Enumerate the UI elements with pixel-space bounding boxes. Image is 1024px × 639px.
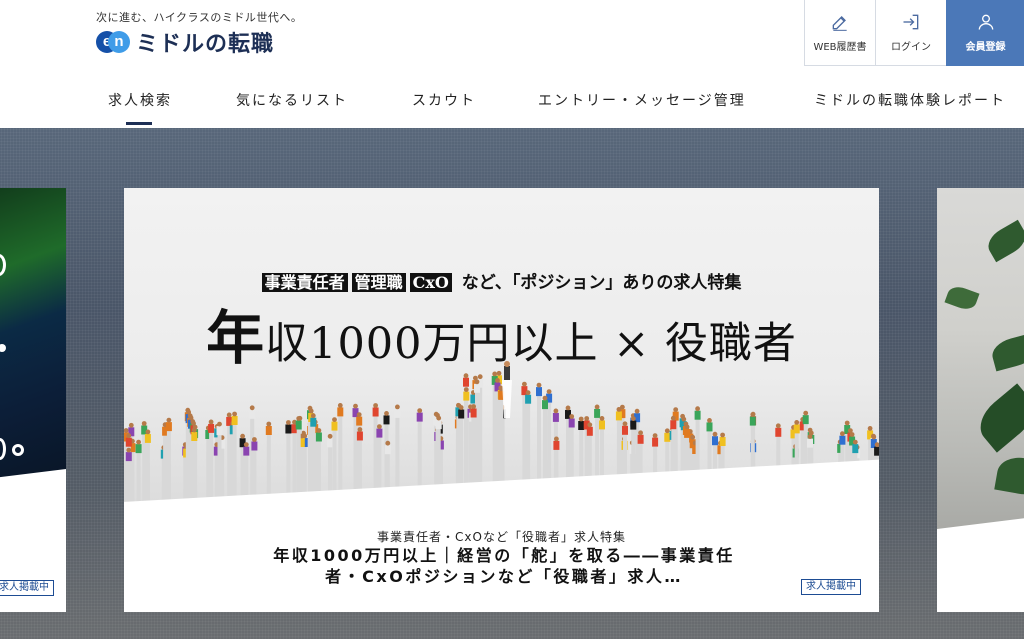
en-logo-icon: e n [96, 31, 130, 53]
register-button[interactable]: 会員登録 [946, 0, 1024, 66]
prev-slide-image [0, 188, 66, 488]
register-label: 会員登録 [965, 42, 1006, 53]
login-label: ログイン [891, 42, 931, 53]
hero-subtitle: 事業責任者 管理職 CxO など、「ポジション」ありの求人特集 [124, 268, 879, 293]
feature-carousel: 求人掲載中 事業責任者 管理職 CxO など、「ポジション」ありの求人特集 年収10… [0, 128, 1024, 639]
web-resume-button[interactable]: WEB履歴書 [804, 0, 875, 66]
nav-favorites-list[interactable]: 気になるリスト [236, 90, 348, 110]
prev-slide-badge: 求人掲載中 [0, 580, 54, 596]
main-slide-card[interactable]: 事業責任者 管理職 CxO など、「ポジション」ありの求人特集 年収1000万円以上… [124, 188, 879, 612]
slide-caption-title[interactable]: 年収1000万円以上｜経営の「舵」を取る――事業責任者・CxOポジションなど「役… [264, 545, 744, 587]
header: 次に進む、ハイクラスのミドル世代へ。 e n ミドルの転職 WEB履歴書 ログイ… [0, 0, 1024, 128]
web-resume-label: WEB履歴書 [813, 42, 867, 53]
header-actions: WEB履歴書 ログイン 会員登録 [804, 0, 1024, 66]
user-icon [978, 14, 993, 30]
hero-tag-2: 管理職 [351, 273, 406, 292]
login-button[interactable]: ログイン [875, 0, 946, 66]
tagline: 次に進む、ハイクラスのミドル世代へ。 [96, 11, 303, 24]
logo-text: ミドルの転職 [136, 32, 275, 57]
login-icon [903, 14, 919, 30]
job-listed-badge: 求人掲載中 [801, 579, 861, 595]
nav-scout[interactable]: スカウト [412, 90, 476, 110]
hero-title-big: 年 [206, 304, 266, 372]
nav-job-search[interactable]: 求人検索 [108, 90, 172, 125]
main-nav: 求人検索 気になるリスト スカウト エントリー・メッセージ管理 ミドルの転職体験… [0, 90, 1024, 128]
hero-subtitle-suffix: など、「ポジション」ありの求人特集 [461, 273, 742, 293]
hero-tag-1: 事業責任者 [261, 273, 348, 292]
prev-slide-card[interactable]: 求人掲載中 [0, 188, 66, 612]
edit-icon [832, 16, 847, 31]
nav-experience-report[interactable]: ミドルの転職体験レポート [814, 90, 1006, 110]
hero-title-rest: 収1000万円以上 × 役職者 [265, 319, 797, 369]
hero-title: 年収1000万円以上 × 役職者 [124, 291, 879, 375]
slide-caption-subtitle: 事業責任者・CxOなど「役職者」求人特集 [377, 530, 626, 544]
site-logo[interactable]: e n ミドルの転職 [96, 26, 274, 58]
nav-entry-message[interactable]: エントリー・メッセージ管理 [538, 90, 746, 110]
next-slide-card[interactable] [937, 188, 1024, 612]
hero-tag-3: CxO [409, 273, 452, 292]
